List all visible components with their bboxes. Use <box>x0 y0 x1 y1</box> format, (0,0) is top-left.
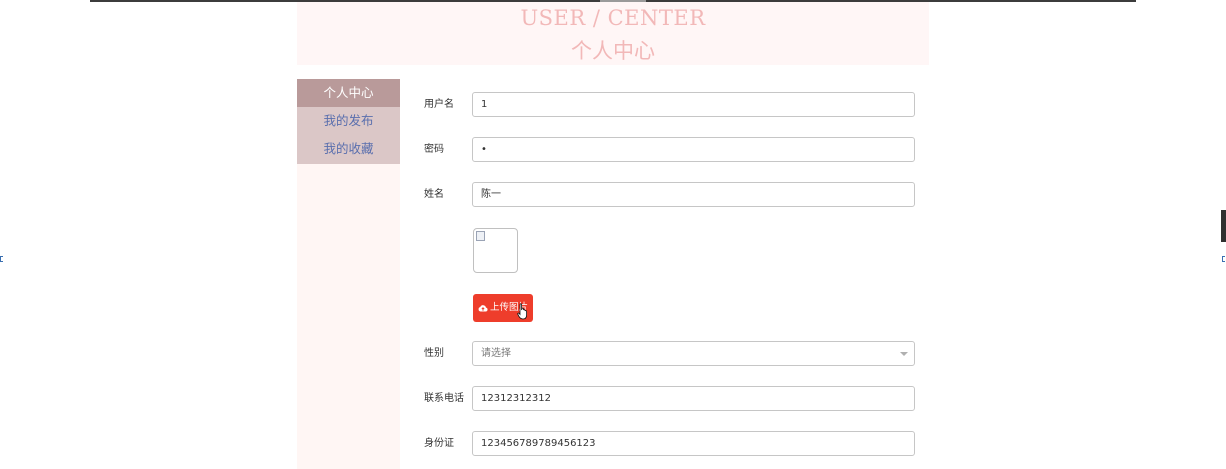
username-input[interactable]: 1 <box>472 92 915 117</box>
sidebar: 个人中心 我的发布 我的收藏 <box>297 79 400 469</box>
name-label: 姓名 <box>424 189 444 200</box>
sidebar-item-my-posts[interactable]: 我的发布 <box>297 107 400 135</box>
left-edge-marker <box>0 256 3 262</box>
gender-label: 性别 <box>424 348 444 359</box>
id-card-input[interactable]: 123456789789456123 <box>472 431 915 456</box>
cloud-upload-icon <box>478 304 488 311</box>
name-input[interactable]: 陈一 <box>472 182 915 207</box>
id-card-label: 身份证 <box>424 438 454 449</box>
right-edge-tab[interactable] <box>1221 210 1226 242</box>
gender-select-placeholder: 请选择 <box>481 348 511 359</box>
broken-image-icon <box>476 231 485 241</box>
phone-input[interactable]: 12312312312 <box>472 386 915 411</box>
password-input[interactable]: • <box>472 137 915 162</box>
avatar-preview <box>473 228 518 273</box>
right-edge-marker <box>1222 256 1225 262</box>
password-label: 密码 <box>424 144 444 155</box>
sidebar-item-user-center[interactable]: 个人中心 <box>297 79 400 107</box>
username-label: 用户名 <box>424 99 454 110</box>
phone-label: 联系电话 <box>424 393 464 404</box>
page-header: USER / CENTER 个人中心 <box>297 2 929 65</box>
gender-select[interactable]: 请选择 <box>472 341 915 366</box>
sidebar-menu: 个人中心 我的发布 我的收藏 <box>297 79 400 164</box>
hand-cursor-icon <box>517 303 527 320</box>
page-title-en: USER / CENTER <box>520 6 706 30</box>
sidebar-item-my-favorites[interactable]: 我的收藏 <box>297 135 400 163</box>
chevron-down-icon <box>900 352 908 356</box>
page-title-cn: 个人中心 <box>571 39 655 63</box>
